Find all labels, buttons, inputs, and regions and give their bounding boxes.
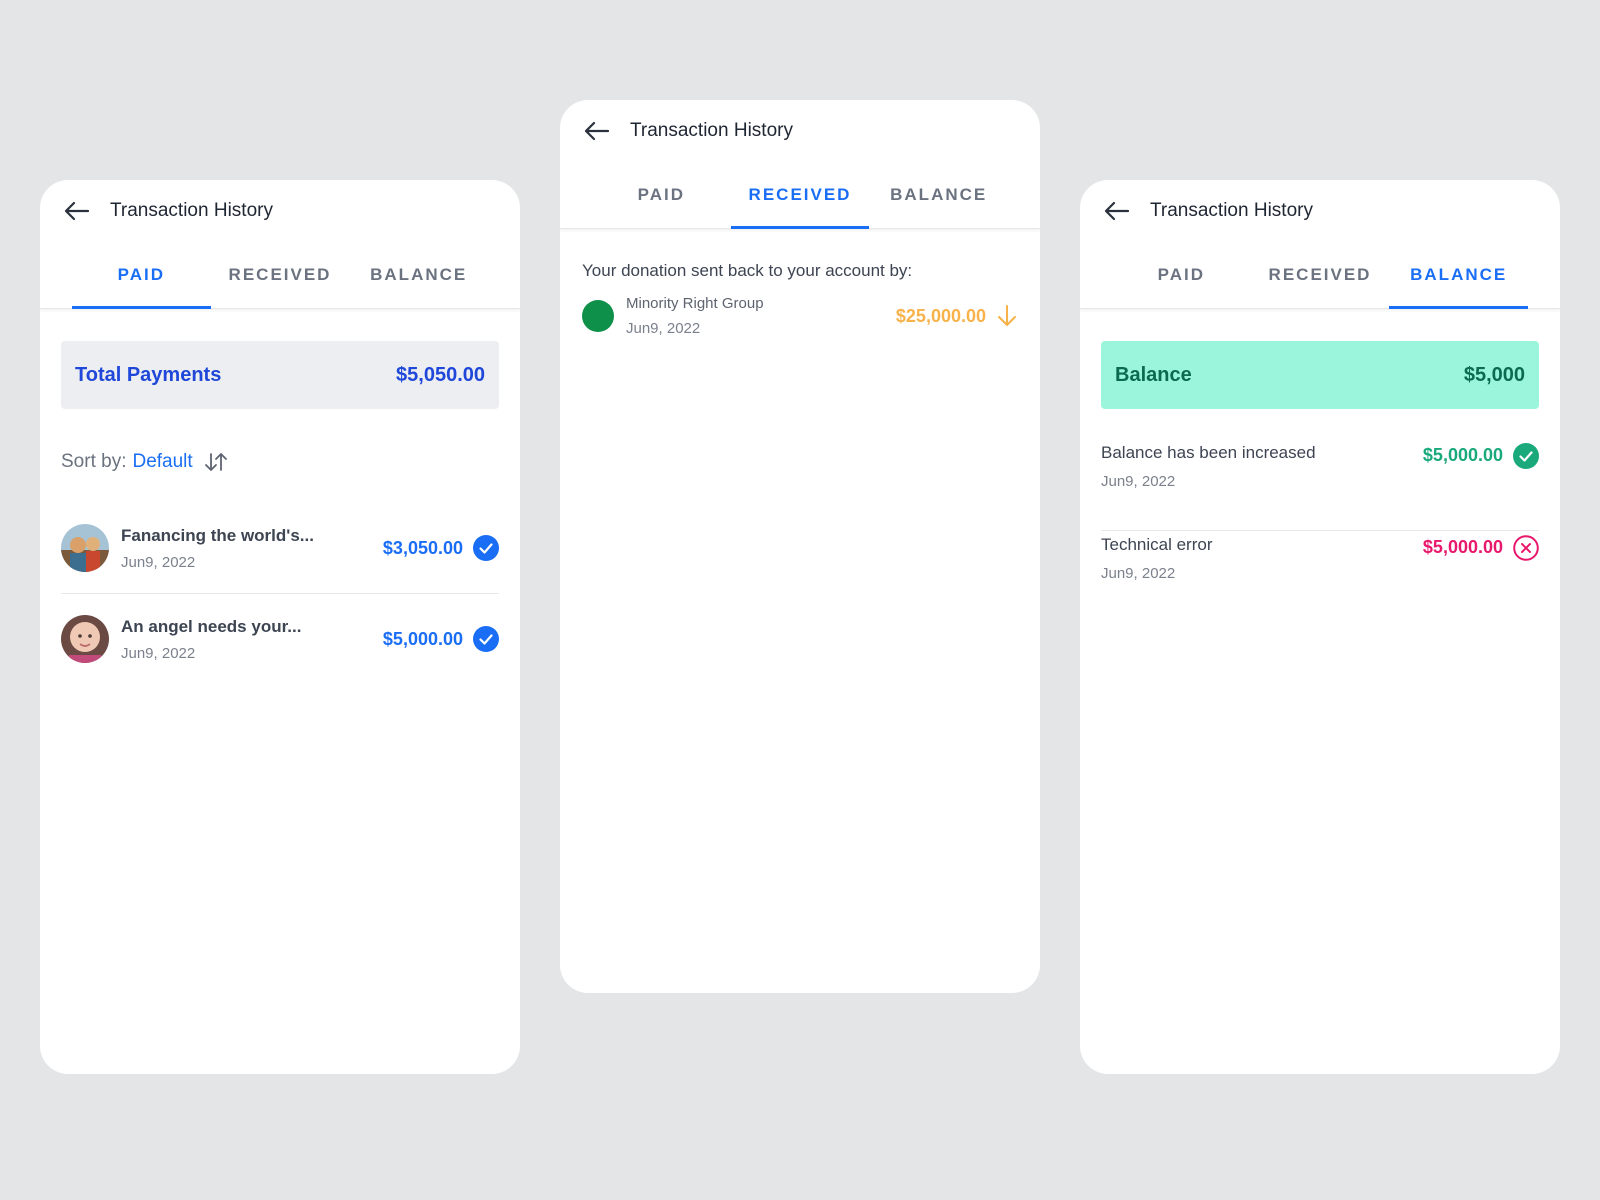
- back-arrow-icon[interactable]: [1104, 201, 1130, 221]
- tab-paid[interactable]: PAID: [72, 242, 211, 309]
- check-circle-icon: [1513, 443, 1539, 469]
- check-circle-icon: [473, 626, 499, 652]
- item-amount: $5,000.00: [382, 628, 463, 649]
- balance-summary: Balance $5,000: [1101, 341, 1539, 409]
- item-date: Jun9, 2022: [1101, 565, 1176, 582]
- received-intro-text: Your donation sent back to your account …: [582, 261, 913, 280]
- item-date: Jun9, 2022: [121, 553, 196, 571]
- balance-screen: Transaction History PAID RECEIVED BALANC…: [1080, 180, 1560, 1074]
- item-amount: $25,000.00: [895, 305, 986, 326]
- item-date: Jun9, 2022: [1101, 473, 1176, 490]
- item-date: Jun9, 2022: [626, 320, 701, 337]
- item-date: Jun9, 2022: [121, 644, 196, 662]
- tab-balance[interactable]: BALANCE: [869, 162, 1008, 228]
- item-amount: $5,000.00: [1422, 537, 1503, 557]
- tab-paid[interactable]: PAID: [1112, 242, 1251, 308]
- summary-value: $5,000: [1463, 363, 1525, 386]
- paid-screen: Transaction History PAID RECEIVED BALANC…: [40, 180, 520, 1074]
- list-item[interactable]: An angel needs your... Jun9, 2022 $5,000…: [61, 594, 499, 684]
- sort-control: Sort by: Default: [61, 451, 499, 473]
- received-screen: Transaction History PAID RECEIVED BALANC…: [560, 100, 1040, 993]
- error-circle-icon: [1513, 535, 1539, 561]
- list-item[interactable]: Fanancing the world's... Jun9, 2022 $3,0…: [61, 503, 499, 594]
- sort-arrows-icon[interactable]: [203, 451, 229, 473]
- tab-received[interactable]: RECEIVED: [730, 162, 870, 229]
- page-title: Transaction History: [110, 200, 273, 221]
- payment-list: Fanancing the world's... Jun9, 2022 $3,0…: [61, 503, 499, 684]
- balance-list: Balance has been increased Jun9, 2022 $5…: [1101, 439, 1539, 623]
- item-title: Fanancing the world's...: [121, 525, 314, 545]
- tab-bar: PAID RECEIVED BALANCE: [40, 242, 520, 309]
- avatar: [61, 524, 109, 572]
- page-title: Transaction History: [1150, 200, 1313, 221]
- back-arrow-icon[interactable]: [584, 121, 610, 141]
- item-title: Technical error: [1101, 535, 1213, 554]
- list-item[interactable]: Minority Right Group Jun9, 2022 $25,000.…: [582, 295, 1018, 337]
- total-payments-summary: Total Payments $5,050.00: [61, 341, 499, 409]
- tab-balance[interactable]: BALANCE: [1389, 242, 1528, 309]
- sort-dropdown[interactable]: Default: [132, 451, 192, 473]
- page-title: Transaction History: [630, 120, 793, 141]
- summary-value: $5,050.00: [396, 363, 485, 386]
- back-arrow-icon[interactable]: [64, 201, 90, 221]
- tab-received[interactable]: RECEIVED: [1251, 242, 1390, 308]
- tab-bar: PAID RECEIVED BALANCE: [560, 162, 1040, 229]
- tab-received[interactable]: RECEIVED: [211, 242, 350, 308]
- check-circle-icon: [473, 535, 499, 561]
- item-title: An angel needs your...: [121, 616, 302, 636]
- organization-logo: [582, 300, 614, 332]
- item-title: Balance has been increased: [1101, 443, 1316, 462]
- tab-paid[interactable]: PAID: [592, 162, 731, 228]
- avatar: [61, 615, 109, 663]
- list-item[interactable]: Balance has been increased Jun9, 2022 $5…: [1101, 439, 1539, 531]
- screen-header: Transaction History: [40, 180, 520, 242]
- tab-balance[interactable]: BALANCE: [349, 242, 488, 308]
- arrow-down-icon: [996, 304, 1018, 328]
- summary-label: Total Payments: [75, 363, 222, 386]
- item-amount: $5,000.00: [1422, 445, 1503, 465]
- sort-label: Sort by:: [61, 451, 127, 472]
- summary-label: Balance: [1115, 363, 1192, 386]
- item-title: Minority Right Group: [626, 295, 764, 312]
- tab-bar: PAID RECEIVED BALANCE: [1080, 242, 1560, 309]
- list-item[interactable]: Technical error Jun9, 2022 $5,000.00: [1101, 531, 1539, 623]
- screen-header: Transaction History: [1080, 180, 1560, 242]
- screen-header: Transaction History: [560, 100, 1040, 162]
- item-amount: $3,050.00: [382, 537, 463, 558]
